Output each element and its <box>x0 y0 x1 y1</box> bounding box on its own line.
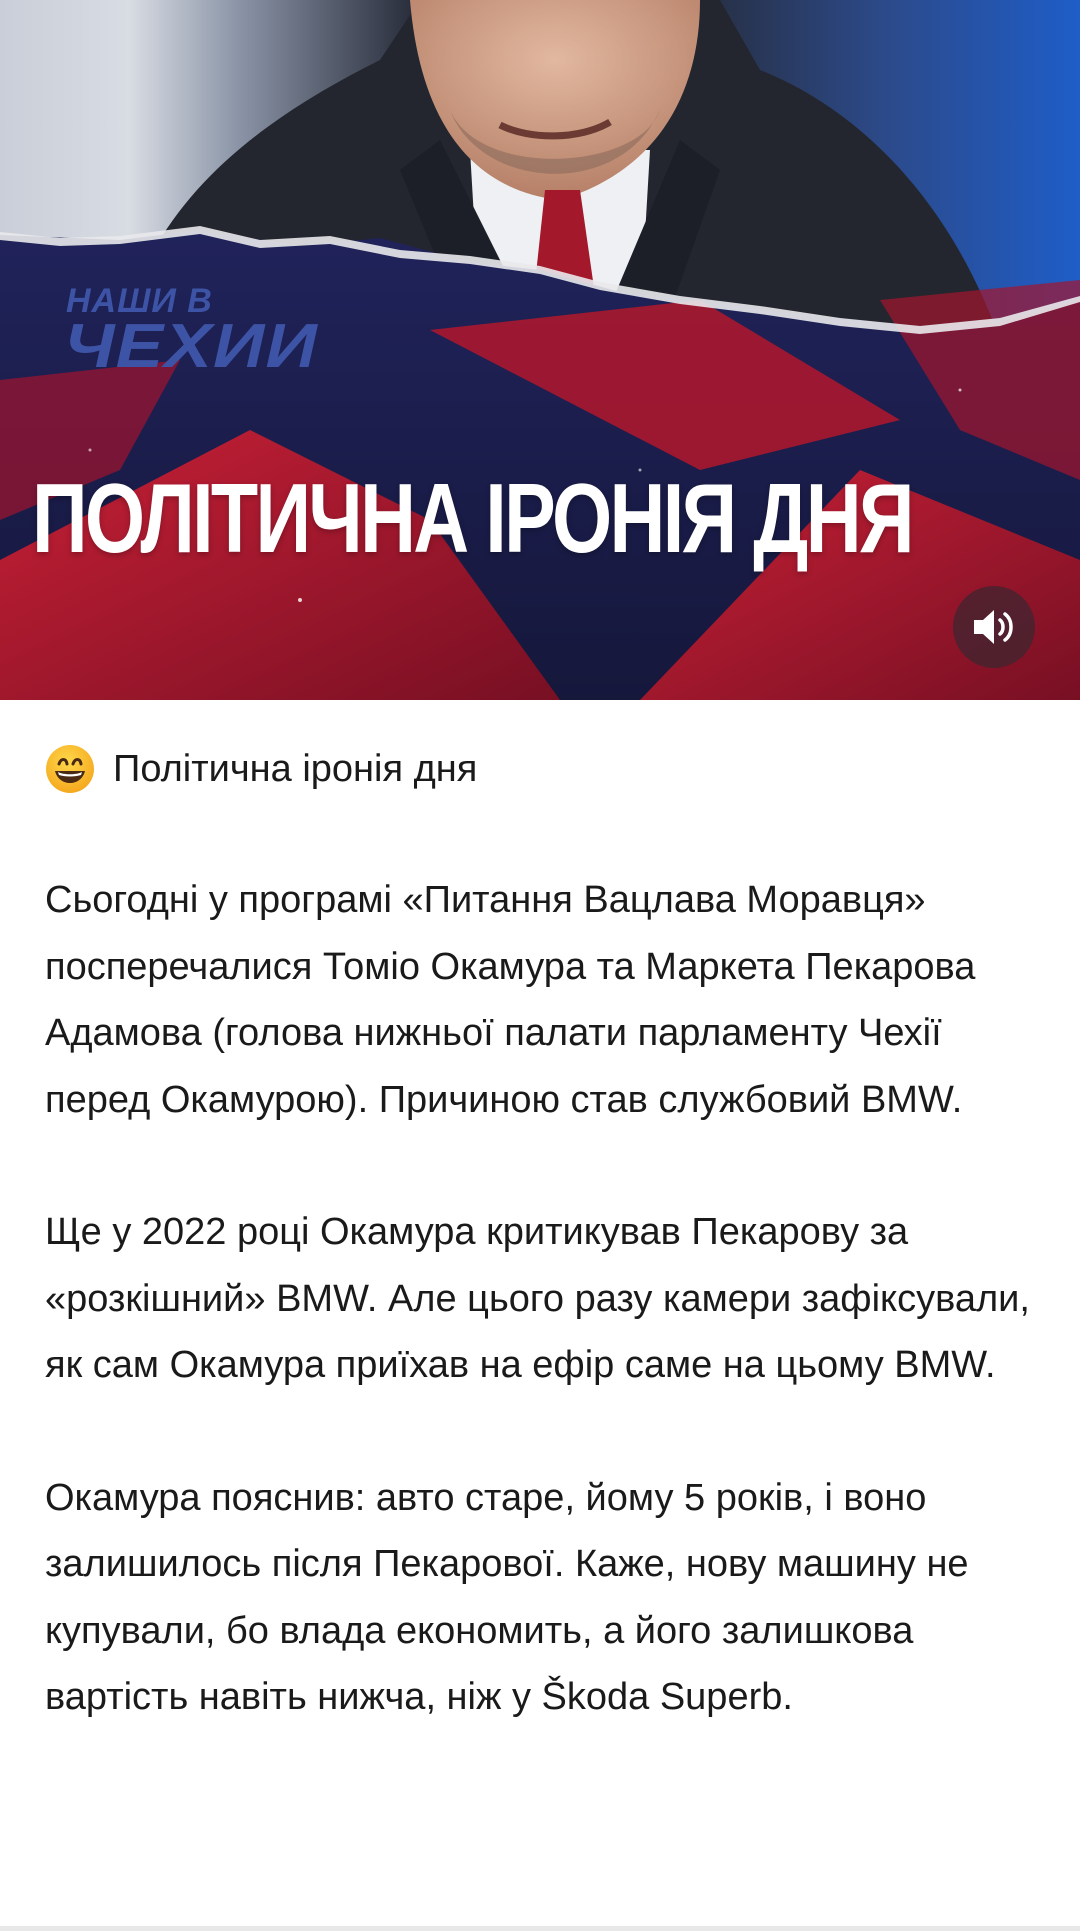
brand-logo: НАШИ В ЧЕХИИ <box>64 284 374 384</box>
post-paragraph-3: Окамура пояснив: авто старе, йому 5 рокі… <box>45 1476 969 1719</box>
post-title: Політична іронія дня <box>113 747 478 790</box>
post-paragraph-2: Ще у 2022 році Окамура критикував Пекаро… <box>45 1211 1030 1386</box>
post-title-row: Політична іронія дня <box>45 735 1045 803</box>
sound-toggle-button[interactable] <box>953 586 1035 668</box>
grinning-face-emoji-icon <box>46 745 94 793</box>
video-preview[interactable]: НАШИ В ЧЕХИИ ПОЛІТИЧНА ІРОНІЯ ДНЯ <box>0 0 1080 700</box>
banner-headline: ПОЛІТИЧНА ІРОНІЯ ДНЯ <box>32 464 915 574</box>
brand-logo-line-2: ЧЕХИИ <box>64 312 318 381</box>
bottom-divider <box>0 1926 1080 1931</box>
post-body: Політична іронія дня Сьогодні у програмі… <box>45 735 1045 1731</box>
speaker-volume-icon <box>974 610 1013 644</box>
post-paragraph-1: Сьогодні у програмі «Питання Вацлава Мор… <box>45 879 976 1121</box>
